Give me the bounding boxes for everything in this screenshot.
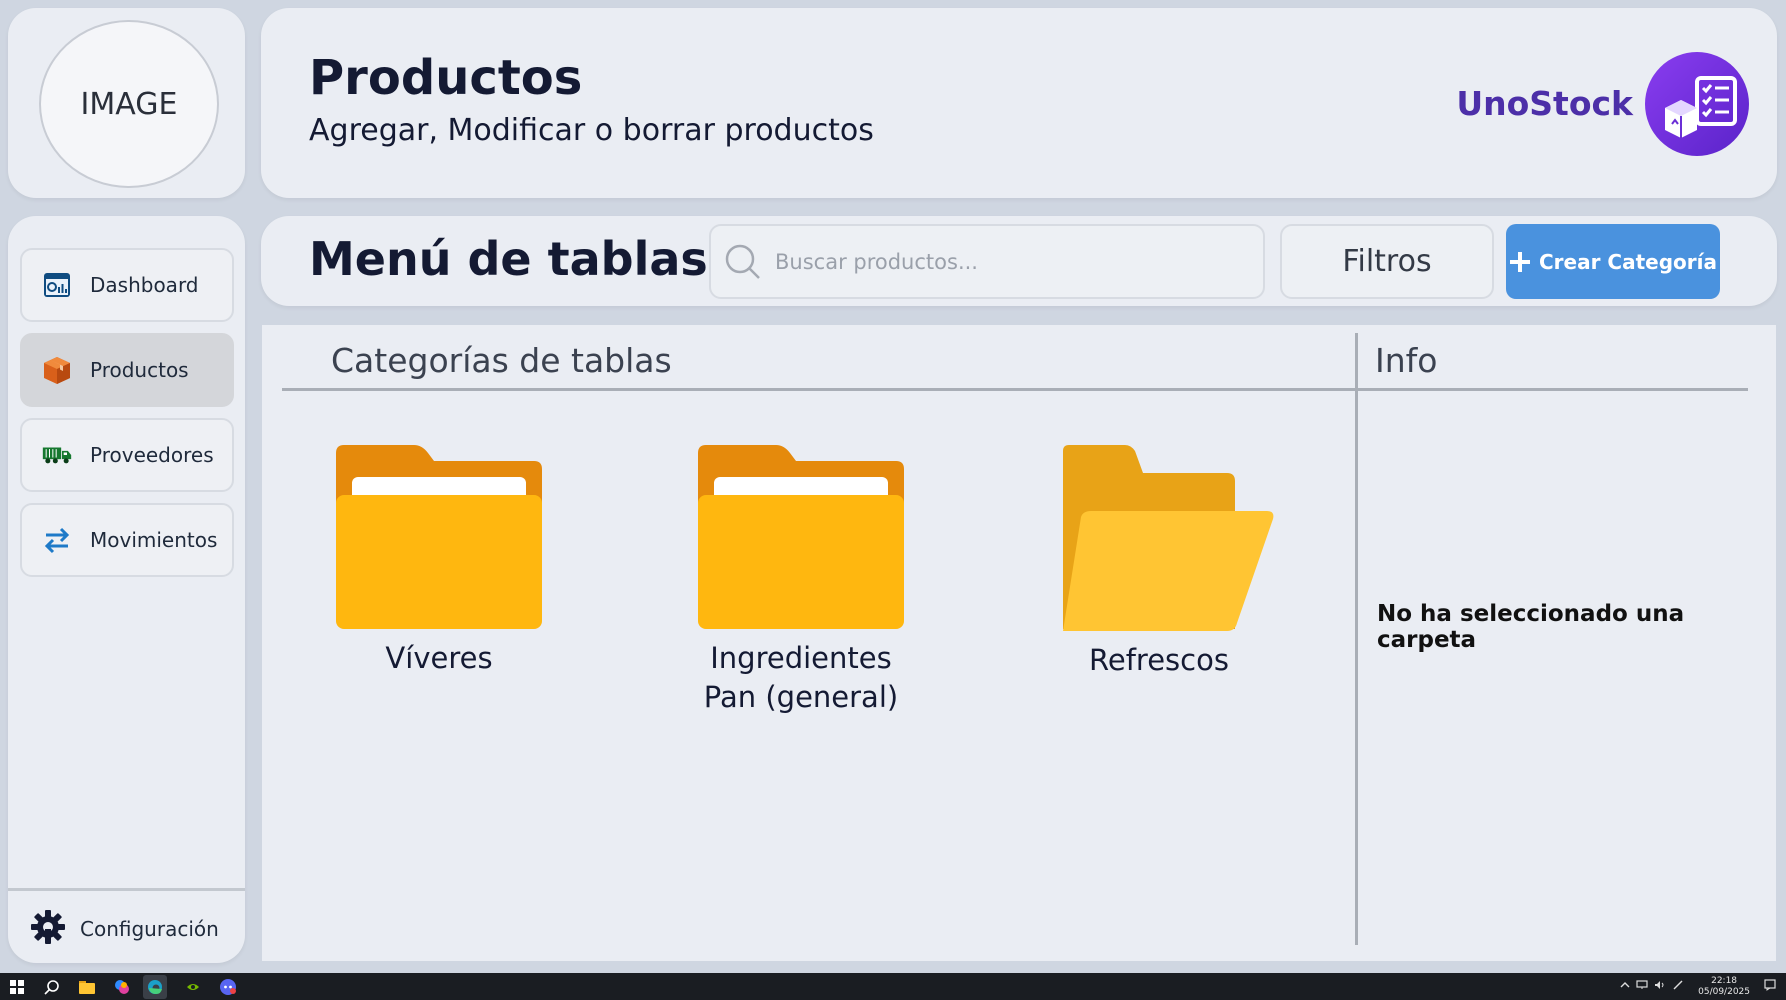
folder-icon (698, 445, 904, 629)
clock[interactable]: 22:18 05/09/2025 (1698, 976, 1750, 997)
plus-icon (1509, 251, 1531, 273)
search-icon[interactable] (43, 978, 61, 996)
sidebar-item-productos[interactable]: Productos (20, 333, 234, 407)
toolbar: Menú de tablas Filtros Crear Categoría (261, 216, 1777, 306)
nvidia-icon[interactable] (184, 978, 202, 996)
panel-divider (1355, 333, 1358, 945)
page-subtitle: Agregar, Modificar o borrar productos (309, 113, 874, 148)
main-content: Categorías de tablas Info Víveres Ingred… (262, 325, 1776, 961)
notifications-icon[interactable] (1764, 979, 1776, 994)
header: Productos Agregar, Modificar o borrar pr… (261, 8, 1777, 198)
volume-icon[interactable] (1654, 980, 1666, 993)
folder-item[interactable]: Ingredientes Pan (general) (676, 443, 926, 717)
copilot-icon[interactable] (113, 978, 131, 996)
truck-icon (42, 440, 72, 470)
system-tray: 22:18 05/09/2025 (1620, 973, 1776, 1000)
settings-button[interactable]: Configuración (30, 902, 219, 956)
search-icon (723, 242, 763, 282)
edge-browser-icon[interactable] (143, 974, 167, 999)
brand-logo-icon (1645, 52, 1749, 156)
chevron-up-icon[interactable] (1620, 981, 1630, 992)
file-explorer-icon[interactable] (78, 978, 96, 996)
search-input[interactable] (775, 249, 1215, 274)
heading-divider (282, 388, 1748, 391)
avatar-panel: IMAGE (8, 8, 245, 198)
page-title: Productos (309, 50, 583, 106)
sidebar-item-dashboard[interactable]: Dashboard (20, 248, 234, 322)
create-category-label: Crear Categoría (1539, 249, 1717, 274)
categories-heading: Categorías de tablas (331, 341, 672, 380)
avatar[interactable]: IMAGE (39, 20, 219, 188)
windows-start-icon[interactable] (8, 978, 26, 996)
discord-icon[interactable] (219, 978, 237, 996)
folder-label: Refrescos (1089, 643, 1229, 677)
clock-time: 22:18 (1711, 976, 1738, 987)
gear-icon (30, 909, 66, 949)
folder-item[interactable]: Víveres (314, 443, 564, 678)
folder-icon (336, 445, 542, 629)
sidebar-item-label: Productos (90, 358, 189, 382)
folder-open-icon (1063, 445, 1274, 631)
info-message: No ha seleccionado una carpeta (1377, 601, 1685, 653)
transfer-arrows-icon (42, 525, 72, 555)
sidebar-divider (8, 888, 245, 891)
search-box[interactable] (709, 224, 1265, 299)
filters-button[interactable]: Filtros (1280, 224, 1494, 299)
network-icon[interactable] (1636, 980, 1648, 993)
dashboard-icon (42, 270, 72, 300)
section-title: Menú de tablas (309, 232, 708, 286)
folder-label: Ingredientes Pan (general) (703, 641, 899, 715)
info-heading: Info (1375, 341, 1438, 380)
taskbar: 22:18 05/09/2025 (0, 973, 1786, 1000)
clock-date: 05/09/2025 (1698, 986, 1750, 997)
box-icon (42, 355, 72, 385)
settings-label: Configuración (80, 917, 219, 941)
sidebar-item-label: Movimientos (90, 528, 218, 552)
sidebar-item-label: Dashboard (90, 273, 199, 297)
create-category-button[interactable]: Crear Categoría (1506, 224, 1720, 299)
sidebar-item-proveedores[interactable]: Proveedores (20, 418, 234, 492)
pen-icon[interactable] (1672, 980, 1684, 993)
avatar-placeholder-text: IMAGE (80, 86, 178, 122)
sidebar: Dashboard Productos Proveedores Movimien… (8, 216, 245, 963)
brand-name: UnoStock (1456, 84, 1633, 123)
folder-item[interactable]: Refrescos (1034, 443, 1284, 680)
sidebar-item-movimientos[interactable]: Movimientos (20, 503, 234, 577)
folder-label: Víveres (385, 641, 493, 675)
sidebar-item-label: Proveedores (90, 443, 214, 467)
